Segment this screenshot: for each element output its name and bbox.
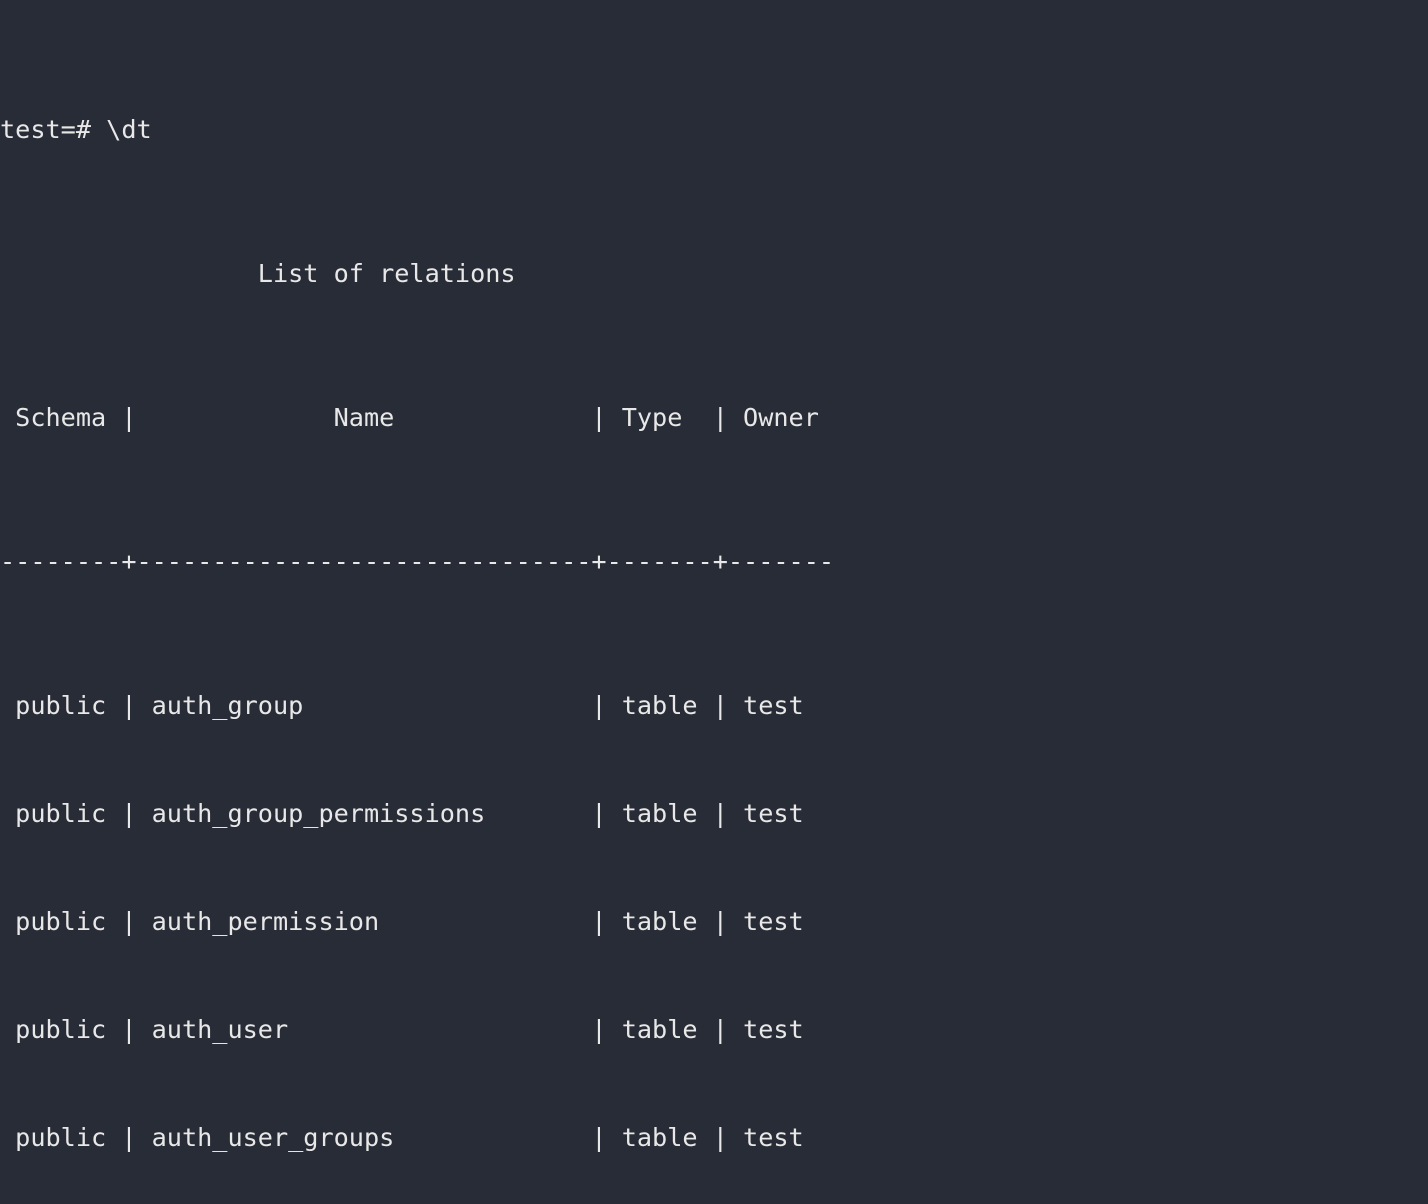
table-row: public | auth_user_groups | table | test <box>0 1120 1428 1156</box>
table-row-text: public | auth_group_permissions | table … <box>0 799 804 828</box>
table-row-text: public | auth_group | table | test <box>0 691 804 720</box>
table-separator-line: --------+------------------------------+… <box>0 544 1428 580</box>
table-title-line: List of relations <box>0 256 1428 292</box>
terminal-output[interactable]: test=# \dt List of relations Schema | Na… <box>0 0 1428 1152</box>
table-row-text: public | auth_user_groups | table | test <box>0 1123 804 1152</box>
table-row: public | auth_group | table | test <box>0 688 1428 724</box>
table-header-line: Schema | Name | Type | Owner <box>0 400 1428 436</box>
table-row: public | auth_group_permissions | table … <box>0 796 1428 832</box>
table-row-text: public | auth_user | table | test <box>0 1015 804 1044</box>
table-row: public | auth_user | table | test <box>0 1012 1428 1048</box>
table-separator: --------+------------------------------+… <box>0 547 835 576</box>
prompt-command-text: test=# \dt <box>0 115 152 144</box>
table-header: Schema | Name | Type | Owner <box>0 403 835 432</box>
table-row: public | auth_permission | table | test <box>0 904 1428 940</box>
table-row-text: public | auth_permission | table | test <box>0 907 804 936</box>
table-title: List of relations <box>0 259 516 288</box>
prompt-line: test=# \dt <box>0 112 1428 148</box>
